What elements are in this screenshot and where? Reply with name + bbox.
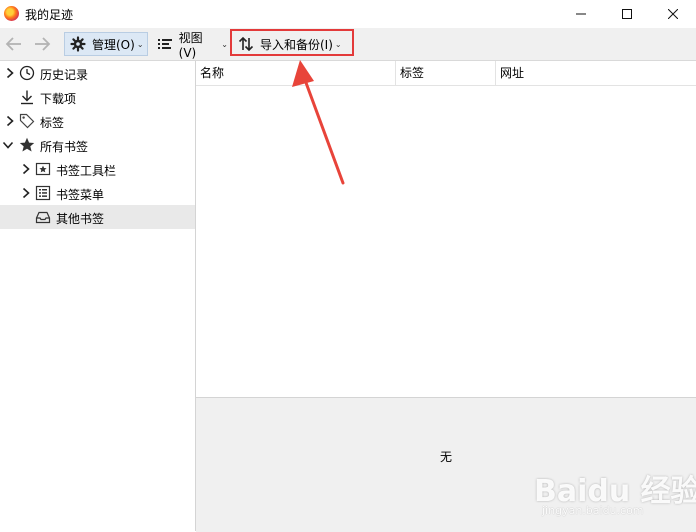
chevron-down-icon: ⌄ xyxy=(221,39,228,49)
view-menu-button[interactable]: 视图(V) ⌄ xyxy=(152,31,228,60)
sidebar-item-other-bookmarks[interactable]: 其他书签 xyxy=(0,205,195,229)
chevron-right-icon[interactable] xyxy=(20,187,32,199)
sidebar-item-label: 历史记录 xyxy=(40,68,89,82)
title-bar: 我的足迹 xyxy=(0,0,696,28)
chevron-down-icon[interactable] xyxy=(2,139,14,151)
forward-button[interactable] xyxy=(31,33,53,55)
chevron-down-icon: ⌄ xyxy=(136,39,144,49)
sidebar-item-tags[interactable]: 标签 xyxy=(0,109,195,133)
inbox-icon xyxy=(35,209,51,225)
bookmarks-toolbar-icon xyxy=(35,161,51,177)
download-icon xyxy=(19,89,35,105)
back-arrow-icon xyxy=(5,37,21,51)
close-icon xyxy=(668,9,678,19)
back-button[interactable] xyxy=(3,33,25,55)
sidebar-item-label: 书签菜单 xyxy=(56,188,105,202)
list-view-icon xyxy=(157,36,173,52)
manage-label: 管理(O) xyxy=(92,37,135,52)
sidebar-item-downloads[interactable]: 下载项 xyxy=(0,85,195,109)
import-backup-menu-button[interactable]: 导入和备份(I) ⌄ xyxy=(233,32,355,56)
tag-icon xyxy=(19,113,35,129)
sidebar-tree: 历史记录 下载项 标签 所有书签 书签工具栏 书签菜单 其他书签 xyxy=(0,61,196,531)
chevron-right-icon[interactable] xyxy=(4,115,16,127)
view-label: 视图(V) xyxy=(178,30,203,60)
bookmark-list[interactable] xyxy=(196,86,696,397)
minimize-icon xyxy=(576,13,586,15)
import-backup-label: 导入和备份(I) xyxy=(260,37,333,52)
sidebar-item-history[interactable]: 历史记录 xyxy=(0,61,195,85)
maximize-icon xyxy=(622,9,632,19)
column-header-url[interactable]: 网址 xyxy=(496,61,696,85)
chevron-down-icon: ⌄ xyxy=(334,39,342,49)
bookmark-list-header: 名称 标签 网址 xyxy=(196,61,696,86)
close-button[interactable] xyxy=(650,0,696,28)
manage-menu-button[interactable]: 管理(O) ⌄ xyxy=(64,32,148,56)
maximize-button[interactable] xyxy=(604,0,650,28)
import-export-arrows-icon xyxy=(238,36,254,52)
chevron-right-icon[interactable] xyxy=(20,163,32,175)
sidebar-item-label: 标签 xyxy=(40,116,65,130)
details-pane: 无 xyxy=(196,397,696,532)
minimize-button[interactable] xyxy=(558,0,604,28)
sidebar-item-bookmarks-menu[interactable]: 书签菜单 xyxy=(0,181,195,205)
sidebar-item-label: 书签工具栏 xyxy=(56,164,117,178)
firefox-logo-icon xyxy=(4,6,19,21)
sidebar-item-label: 所有书签 xyxy=(40,140,89,154)
bookmarks-menu-icon xyxy=(35,185,51,201)
empty-details-text: 无 xyxy=(440,450,453,464)
window-title: 我的足迹 xyxy=(25,8,74,22)
gear-icon xyxy=(70,36,86,52)
sidebar-item-label: 其他书签 xyxy=(56,212,105,226)
toolbar: 管理(O) ⌄ 视图(V) ⌄ 导入和备份(I) ⌄ xyxy=(0,28,696,82)
chevron-right-icon[interactable] xyxy=(4,67,16,79)
clock-icon xyxy=(19,65,35,81)
column-header-name[interactable]: 名称 xyxy=(196,61,396,85)
sidebar-item-all-bookmarks[interactable]: 所有书签 xyxy=(0,133,195,157)
forward-arrow-icon xyxy=(35,37,51,51)
column-header-tags[interactable]: 标签 xyxy=(396,61,496,85)
sidebar-item-bookmarks-toolbar[interactable]: 书签工具栏 xyxy=(0,157,195,181)
star-icon xyxy=(19,137,35,153)
sidebar-item-label: 下载项 xyxy=(40,92,77,106)
